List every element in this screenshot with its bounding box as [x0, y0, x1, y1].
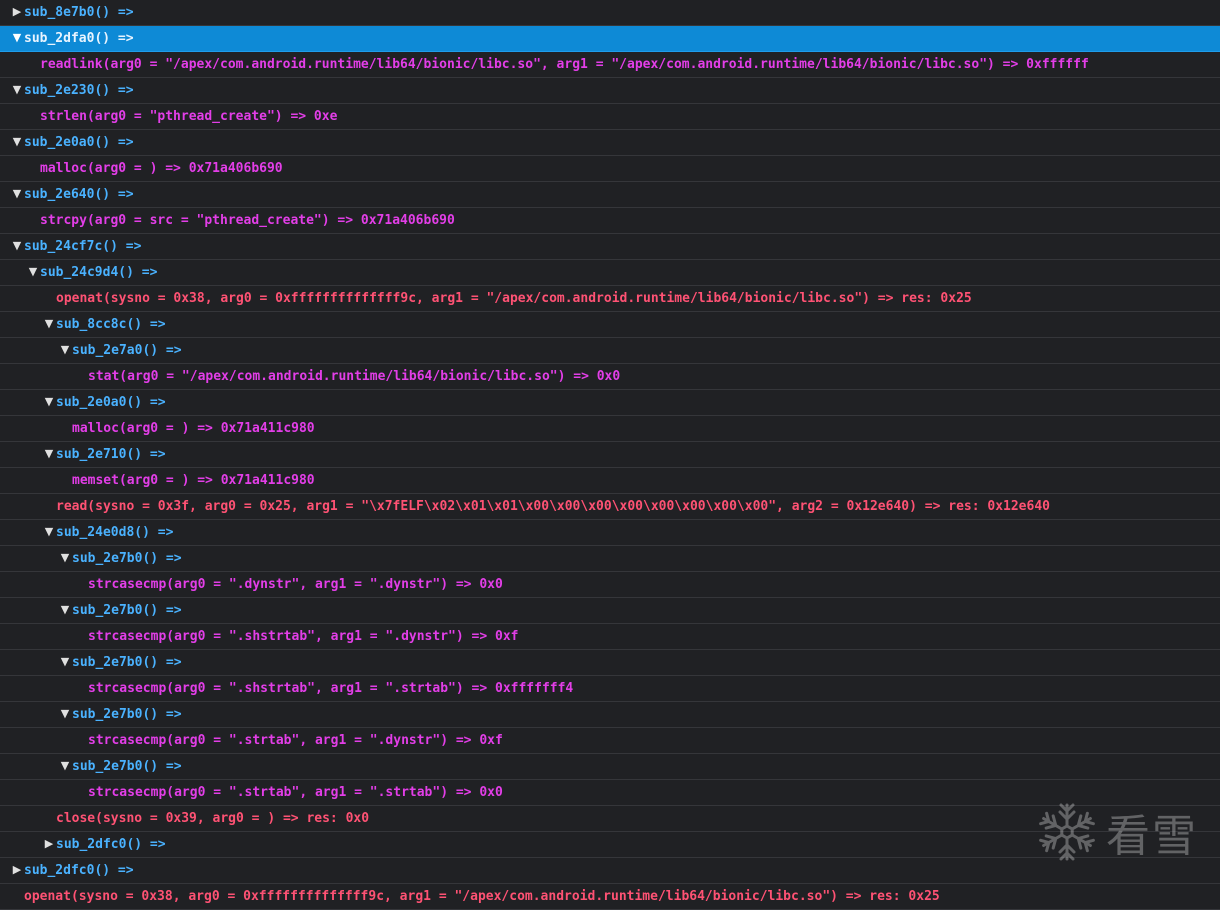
trace-call-row[interactable]: malloc(arg0 = ) => 0x71a406b690 — [0, 156, 1220, 182]
tree-node[interactable]: ▼ sub_2e0a0() => — [0, 390, 1220, 416]
libc-call-entry: strcasecmp(arg0 = ".shstrtab", arg1 = ".… — [88, 629, 519, 644]
expanded-triangle-icon[interactable]: ▼ — [58, 546, 72, 570]
tree-node[interactable]: ▼ sub_2e230() => — [0, 78, 1220, 104]
function-name: sub_2e7b0() => — [72, 655, 182, 670]
expanded-triangle-icon[interactable]: ▼ — [42, 312, 56, 336]
tree-node[interactable]: ▼ sub_2e7a0() => — [0, 338, 1220, 364]
function-name: sub_24e0d8() => — [56, 525, 174, 540]
tree-node[interactable]: ▼ sub_2e7b0() => — [0, 702, 1220, 728]
function-name: sub_8cc8c() => — [56, 317, 166, 332]
expanded-triangle-icon[interactable]: ▼ — [10, 78, 24, 102]
tree-node[interactable]: ▶ sub_8e7b0() => — [0, 0, 1220, 26]
syscall-entry: read(sysno = 0x3f, arg0 = 0x25, arg1 = "… — [56, 499, 1050, 514]
function-name: sub_2e7b0() => — [72, 759, 182, 774]
tree-node[interactable]: ▼ sub_2e640() => — [0, 182, 1220, 208]
trace-call-row[interactable]: strlen(arg0 = "pthread_create") => 0xe — [0, 104, 1220, 130]
function-name: sub_8e7b0() => — [24, 5, 134, 20]
function-name: sub_2dfa0() => — [24, 31, 134, 46]
libc-call-entry: malloc(arg0 = ) => 0x71a411c980 — [72, 421, 315, 436]
call-trace-tree: ▶ sub_8e7b0() => ▼ sub_2dfa0() => readlink(a… — [0, 0, 1220, 910]
expanded-triangle-icon[interactable]: ▼ — [42, 390, 56, 414]
function-name: sub_2e0a0() => — [56, 395, 166, 410]
trace-call-row[interactable]: memset(arg0 = ) => 0x71a411c980 — [0, 468, 1220, 494]
tree-node[interactable]: ▼ sub_2e0a0() => — [0, 130, 1220, 156]
function-name: sub_2e7b0() => — [72, 551, 182, 566]
expanded-triangle-icon[interactable]: ▼ — [10, 130, 24, 154]
libc-call-entry: readlink(arg0 = "/apex/com.android.runti… — [40, 57, 1089, 72]
expanded-triangle-icon[interactable]: ▼ — [26, 260, 40, 284]
expanded-triangle-icon[interactable]: ▼ — [42, 520, 56, 544]
trace-call-row[interactable]: strcasecmp(arg0 = ".shstrtab", arg1 = ".… — [0, 676, 1220, 702]
function-name: sub_2e230() => — [24, 83, 134, 98]
expanded-triangle-icon[interactable]: ▼ — [10, 234, 24, 258]
libc-call-entry: strcasecmp(arg0 = ".shstrtab", arg1 = ".… — [88, 681, 574, 696]
expanded-triangle-icon[interactable]: ▼ — [42, 442, 56, 466]
trace-call-row[interactable]: openat(sysno = 0x38, arg0 = 0xffffffffff… — [0, 286, 1220, 312]
expanded-triangle-icon[interactable]: ▼ — [58, 754, 72, 778]
tree-node[interactable]: ▼ sub_2dfa0() => — [0, 26, 1220, 52]
tree-node[interactable]: ▶ sub_2dfc0() => — [0, 858, 1220, 884]
trace-call-row[interactable]: openat(sysno = 0x38, arg0 = 0xffffffffff… — [0, 884, 1220, 910]
syscall-entry: openat(sysno = 0x38, arg0 = 0xffffffffff… — [56, 291, 972, 306]
function-name: sub_24cf7c() => — [24, 239, 142, 254]
libc-call-entry: stat(arg0 = "/apex/com.android.runtime/l… — [88, 369, 621, 384]
function-name: sub_2e640() => — [24, 187, 134, 202]
tree-node[interactable]: ▼ sub_2e7b0() => — [0, 650, 1220, 676]
function-name: sub_2dfc0() => — [24, 863, 134, 878]
function-name: sub_2dfc0() => — [56, 837, 166, 852]
function-name: sub_2e7a0() => — [72, 343, 182, 358]
trace-call-row[interactable]: strcasecmp(arg0 = ".strtab", arg1 = ".dy… — [0, 728, 1220, 754]
function-name: sub_2e7b0() => — [72, 603, 182, 618]
expanded-triangle-icon[interactable]: ▼ — [58, 702, 72, 726]
tree-node[interactable]: ▼ sub_2e7b0() => — [0, 546, 1220, 572]
tree-node[interactable]: ▼ sub_24c9d4() => — [0, 260, 1220, 286]
collapsed-triangle-icon[interactable]: ▶ — [42, 832, 56, 856]
function-name: sub_2e7b0() => — [72, 707, 182, 722]
trace-call-row[interactable]: malloc(arg0 = ) => 0x71a411c980 — [0, 416, 1220, 442]
trace-call-row[interactable]: strcasecmp(arg0 = ".strtab", arg1 = ".st… — [0, 780, 1220, 806]
trace-call-row[interactable]: read(sysno = 0x3f, arg0 = 0x25, arg1 = "… — [0, 494, 1220, 520]
trace-call-row[interactable]: strcpy(arg0 = src = "pthread_create") =>… — [0, 208, 1220, 234]
trace-call-row[interactable]: stat(arg0 = "/apex/com.android.runtime/l… — [0, 364, 1220, 390]
libc-call-entry: strcpy(arg0 = src = "pthread_create") =>… — [40, 213, 455, 228]
libc-call-entry: strcasecmp(arg0 = ".dynstr", arg1 = ".dy… — [88, 577, 503, 592]
libc-call-entry: strcasecmp(arg0 = ".strtab", arg1 = ".dy… — [88, 733, 503, 748]
libc-call-entry: strcasecmp(arg0 = ".strtab", arg1 = ".st… — [88, 785, 503, 800]
syscall-entry: openat(sysno = 0x38, arg0 = 0xffffffffff… — [24, 889, 940, 904]
expanded-triangle-icon[interactable]: ▼ — [10, 182, 24, 206]
function-name: sub_2e0a0() => — [24, 135, 134, 150]
trace-call-row[interactable]: strcasecmp(arg0 = ".dynstr", arg1 = ".dy… — [0, 572, 1220, 598]
expanded-triangle-icon[interactable]: ▼ — [58, 598, 72, 622]
libc-call-entry: malloc(arg0 = ) => 0x71a406b690 — [40, 161, 283, 176]
collapsed-triangle-icon[interactable]: ▶ — [10, 858, 24, 882]
expanded-triangle-icon[interactable]: ▼ — [10, 26, 24, 50]
libc-call-entry: memset(arg0 = ) => 0x71a411c980 — [72, 473, 315, 488]
syscall-entry: close(sysno = 0x39, arg0 = ) => res: 0x0 — [56, 811, 370, 826]
collapsed-triangle-icon[interactable]: ▶ — [10, 0, 24, 24]
trace-call-row[interactable]: readlink(arg0 = "/apex/com.android.runti… — [0, 52, 1220, 78]
tree-node[interactable]: ▼ sub_2e710() => — [0, 442, 1220, 468]
tree-node[interactable]: ▼ sub_24cf7c() => — [0, 234, 1220, 260]
trace-call-row[interactable]: strcasecmp(arg0 = ".shstrtab", arg1 = ".… — [0, 624, 1220, 650]
tree-node[interactable]: ▶ sub_2dfc0() => — [0, 832, 1220, 858]
expanded-triangle-icon[interactable]: ▼ — [58, 338, 72, 362]
tree-node[interactable]: ▼ sub_24e0d8() => — [0, 520, 1220, 546]
function-name: sub_2e710() => — [56, 447, 166, 462]
libc-call-entry: strlen(arg0 = "pthread_create") => 0xe — [40, 109, 338, 124]
tree-node[interactable]: ▼ sub_2e7b0() => — [0, 598, 1220, 624]
tree-node[interactable]: ▼ sub_8cc8c() => — [0, 312, 1220, 338]
trace-call-row[interactable]: close(sysno = 0x39, arg0 = ) => res: 0x0 — [0, 806, 1220, 832]
expanded-triangle-icon[interactable]: ▼ — [58, 650, 72, 674]
function-name: sub_24c9d4() => — [40, 265, 158, 280]
tree-node[interactable]: ▼ sub_2e7b0() => — [0, 754, 1220, 780]
